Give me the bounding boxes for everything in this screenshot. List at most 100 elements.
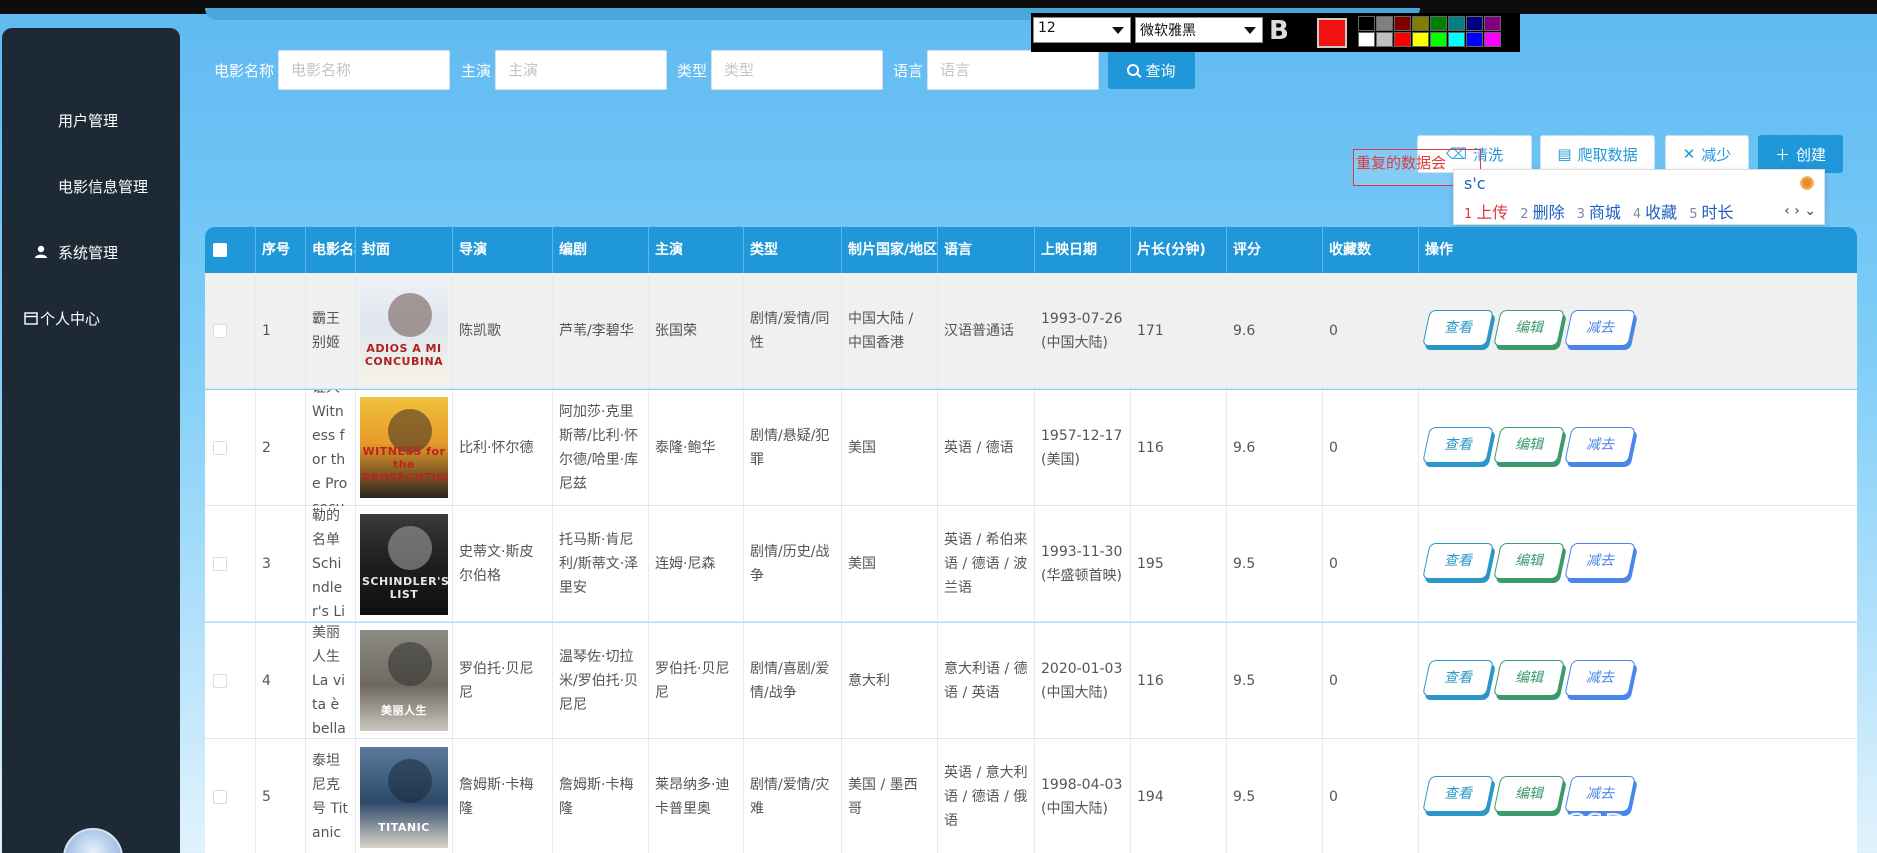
- cell-text: 汉语普通话: [944, 323, 1014, 339]
- color-swatch[interactable]: [1358, 32, 1375, 47]
- row-actions: 查看 编辑 减去: [1422, 543, 1639, 579]
- cell-text: 詹姆斯·卡梅隆: [559, 777, 634, 817]
- ime-candidate[interactable]: 4 收藏: [1633, 199, 1677, 223]
- ime-skin-icon[interactable]: [1798, 176, 1816, 190]
- cell-text: 171: [1137, 323, 1164, 339]
- delete-button[interactable]: 减去: [1564, 659, 1636, 696]
- delete-button[interactable]: 减去: [1564, 543, 1636, 579]
- cell-text: 控方证人 Witness for the Prosecution: [312, 390, 348, 506]
- cell-text: 4: [262, 672, 271, 689]
- color-swatch[interactable]: [1376, 32, 1393, 47]
- color-swatch[interactable]: [1412, 16, 1429, 31]
- sidebar-item-system[interactable]: 系统管理: [2, 232, 180, 272]
- view-button[interactable]: 查看: [1422, 310, 1494, 346]
- color-swatch[interactable]: [1412, 32, 1429, 47]
- ime-candidate-number: 3: [1576, 207, 1585, 222]
- font-family-value: 微软雅黑: [1140, 23, 1196, 39]
- table-row[interactable]: 3 辛德勒的名单 Schindler's List SCHINDLER'S LIST…: [205, 506, 1857, 622]
- color-swatch[interactable]: [1394, 16, 1411, 31]
- edit-button[interactable]: 编辑: [1493, 310, 1565, 346]
- movie-poster[interactable]: TITANIC: [360, 746, 448, 848]
- actor-input[interactable]: [495, 50, 668, 90]
- reduce-button[interactable]: ✕ 减少: [1665, 135, 1749, 173]
- row-checkbox[interactable]: [213, 790, 227, 804]
- sidebar-item-label: 个人中心: [40, 309, 101, 328]
- ime-page-nav[interactable]: ‹ › ⌄: [1784, 203, 1816, 219]
- sidebar-item-users[interactable]: 用户管理: [2, 100, 180, 140]
- ime-candidate[interactable]: 1 上传: [1464, 199, 1508, 223]
- edit-button[interactable]: 编辑: [1493, 659, 1565, 696]
- ime-candidate[interactable]: 3 商城: [1577, 199, 1621, 223]
- movie-name-input[interactable]: [278, 50, 451, 90]
- view-button[interactable]: 查看: [1422, 659, 1494, 696]
- row-checkbox[interactable]: [213, 324, 227, 338]
- movie-poster[interactable]: 美丽人生: [360, 630, 448, 731]
- row-checkbox[interactable]: [213, 673, 227, 688]
- select-all-checkbox[interactable]: [213, 243, 227, 257]
- language-input[interactable]: [927, 50, 1100, 90]
- table-cell: SCHINDLER'S LIST: [355, 506, 452, 622]
- cell-text: 剧情/喜剧/爱情/战争: [750, 660, 830, 701]
- table-cell: 195: [1130, 506, 1226, 622]
- delete-button[interactable]: 减去: [1564, 310, 1636, 346]
- table-cell: 1993-11-30(华盛顿首映): [1034, 506, 1130, 622]
- color-swatch[interactable]: [1484, 32, 1501, 47]
- edit-button-label: 编辑: [1515, 669, 1543, 686]
- ime-candidate[interactable]: 5 时长: [1689, 199, 1733, 223]
- font-size-select[interactable]: 12: [1033, 17, 1131, 43]
- create-button[interactable]: ＋ 创建: [1758, 135, 1843, 173]
- cell-text: 陈凯歌: [459, 323, 501, 339]
- table-cell: 0: [1322, 622, 1418, 739]
- color-swatch[interactable]: [1448, 16, 1465, 31]
- movie-poster[interactable]: WITNESS for the PROSECUTION: [360, 397, 448, 498]
- edit-button[interactable]: 编辑: [1493, 776, 1565, 812]
- actions-cell: 查看 编辑 减去: [1418, 389, 1857, 506]
- edit-button[interactable]: 编辑: [1493, 426, 1565, 463]
- color-swatch[interactable]: [1430, 32, 1447, 47]
- sidebar-item-profile[interactable]: 个人中心: [2, 298, 180, 338]
- sidebar-item-movies[interactable]: 电影信息管理: [2, 166, 180, 206]
- color-swatch[interactable]: [1430, 16, 1447, 31]
- movie-poster[interactable]: ADIOS A MI CONCUBINA: [360, 280, 448, 382]
- color-swatch[interactable]: [1358, 16, 1375, 31]
- color-swatch[interactable]: [1376, 16, 1393, 31]
- color-swatch[interactable]: [1394, 32, 1411, 47]
- color-swatch[interactable]: [1466, 32, 1483, 47]
- query-button[interactable]: 查询: [1108, 51, 1195, 89]
- table-cell: 9.6: [1226, 389, 1322, 506]
- table-row[interactable]: 4 美丽人生 La vita è bella 美丽人生 罗伯托·贝尼尼 温琴佐·切拉米/…: [205, 622, 1857, 739]
- crawl-button[interactable]: ▤ 爬取数据: [1540, 135, 1655, 173]
- avatar[interactable]: [63, 828, 123, 853]
- genre-input[interactable]: [711, 50, 884, 90]
- search-label: 类型: [677, 61, 708, 80]
- table-cell: 比利·怀尔德: [452, 389, 552, 506]
- movie-poster[interactable]: SCHINDLER'S LIST: [360, 513, 448, 615]
- cell-text: 比利·怀尔德: [459, 439, 534, 456]
- ime-candidate[interactable]: 2 删除: [1520, 199, 1564, 223]
- watermark: CSDN @java李杨勇: [1564, 808, 1842, 843]
- color-swatch[interactable]: [1466, 16, 1483, 31]
- search-icon: [1127, 64, 1140, 76]
- table-row[interactable]: 1 霸王别姬 ADIOS A MI CONCUBINA 陈凯歌 芦苇/李碧华 张国荣 剧情/…: [205, 273, 1857, 389]
- table-row[interactable]: 2 控方证人 Witness for the Prosecution WITNESS…: [205, 389, 1857, 506]
- bold-button[interactable]: B: [1269, 16, 1289, 46]
- plus-icon: ＋: [1774, 145, 1790, 164]
- table-cell: 托马斯·肯尼利/斯蒂文·泽里安: [552, 506, 648, 622]
- color-swatch[interactable]: [1484, 16, 1501, 31]
- delete-button[interactable]: 减去: [1564, 426, 1636, 463]
- view-button[interactable]: 查看: [1422, 543, 1494, 579]
- table-cell: 116: [1130, 389, 1226, 506]
- edit-button[interactable]: 编辑: [1493, 543, 1565, 579]
- row-checkbox[interactable]: [213, 557, 227, 571]
- current-color-swatch[interactable]: [1317, 18, 1347, 48]
- cell-text: 霸王别姬: [312, 311, 340, 351]
- view-button[interactable]: 查看: [1422, 426, 1494, 463]
- font-family-select[interactable]: 微软雅黑: [1135, 17, 1263, 43]
- ime-candidate-text: 删除: [1532, 203, 1565, 222]
- cell-text: 美丽人生 La vita è bella: [312, 624, 346, 737]
- view-button[interactable]: 查看: [1422, 776, 1494, 812]
- color-swatch[interactable]: [1448, 32, 1465, 47]
- cell-text: 英语 / 希伯来语 / 德语 / 波兰语: [944, 532, 1028, 596]
- close-icon: ✕: [1682, 145, 1696, 163]
- row-checkbox[interactable]: [213, 440, 227, 455]
